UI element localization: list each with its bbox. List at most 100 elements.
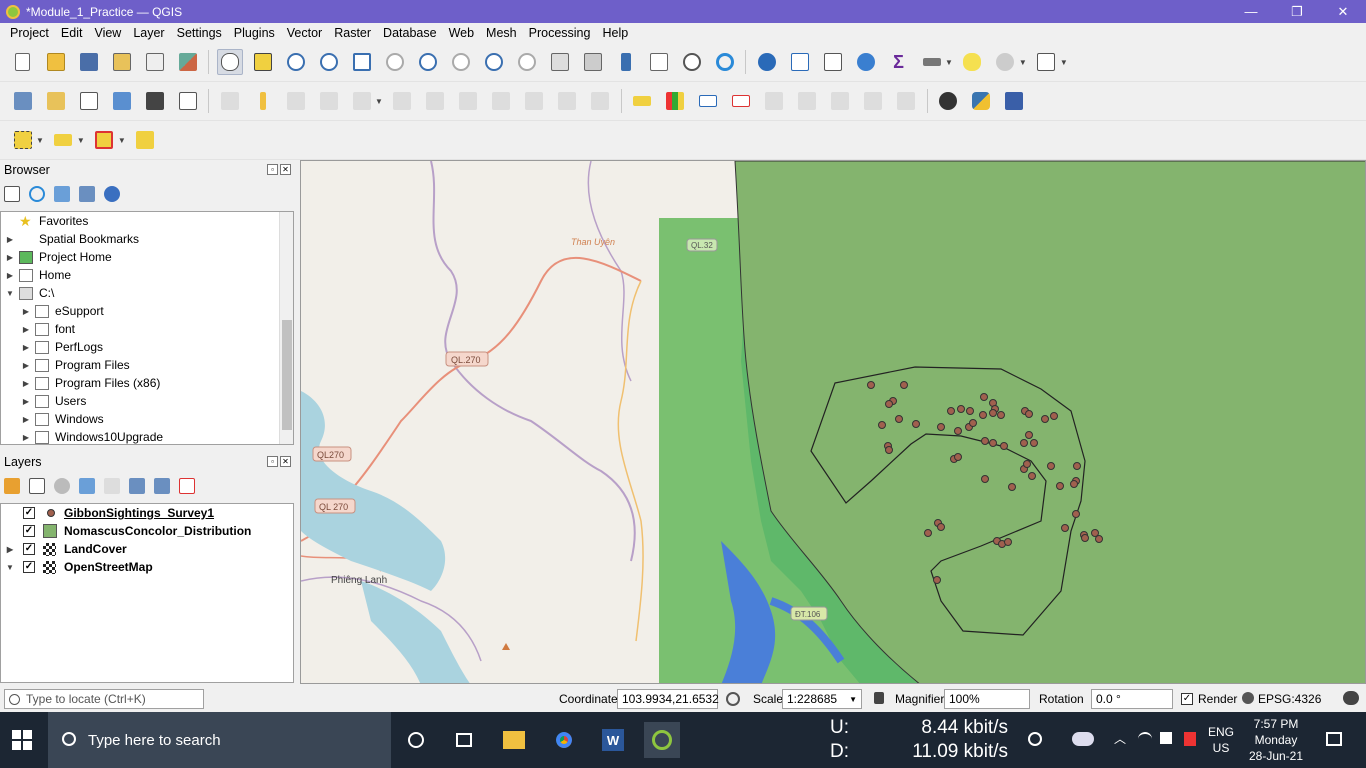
- new-shapefile-icon[interactable]: [76, 88, 102, 114]
- highlight-labels-icon[interactable]: [728, 88, 754, 114]
- copy-features-icon[interactable]: [488, 88, 514, 114]
- redo-icon[interactable]: [587, 88, 613, 114]
- toggle-editing-icon[interactable]: [250, 88, 276, 114]
- remove-layer-icon[interactable]: [179, 478, 195, 494]
- map-svg[interactable]: Than Uyên QL.32 QL.270 QL270 QL 270 Phiê…: [301, 161, 1366, 684]
- browser-scrollbar[interactable]: [279, 212, 293, 444]
- add-group-icon[interactable]: [29, 478, 45, 494]
- new-geopackage-icon[interactable]: [43, 88, 69, 114]
- manage-themes-icon[interactable]: [54, 478, 70, 494]
- layer-visibility-checkbox[interactable]: ✓: [23, 525, 35, 537]
- zoom-in-icon[interactable]: [283, 49, 309, 75]
- close-panel-button[interactable]: ✕: [280, 164, 291, 175]
- toggle-extents-icon[interactable]: [726, 692, 740, 706]
- pan-map-icon[interactable]: [216, 49, 243, 75]
- select-by-expression-icon[interactable]: [50, 127, 76, 153]
- collapse-all-icon[interactable]: [79, 186, 95, 202]
- browser-item-project-home[interactable]: ▶ Project Home: [5, 248, 112, 266]
- browser-item-c-drive[interactable]: ▼ C:\: [5, 284, 54, 302]
- current-edits-icon[interactable]: [217, 88, 243, 114]
- browser-item-spatial-bookmarks[interactable]: ▶ Spatial Bookmarks: [5, 230, 139, 248]
- zoom-next-icon[interactable]: [514, 49, 540, 75]
- coordinate-field[interactable]: 103.9934,21.6532: [617, 689, 719, 709]
- rotation-spinbox[interactable]: 0.0 °: [1091, 689, 1173, 709]
- map-canvas[interactable]: Than Uyên QL.32 QL.270 QL270 QL 270 Phiê…: [300, 160, 1366, 684]
- move-label-icon[interactable]: [761, 88, 787, 114]
- zoom-native-icon[interactable]: [448, 49, 474, 75]
- add-selected-icon[interactable]: [4, 186, 20, 202]
- refresh-browser-icon[interactable]: [29, 186, 45, 202]
- task-view-icon[interactable]: [446, 722, 482, 758]
- pan-to-selection-icon[interactable]: [250, 49, 276, 75]
- show-hide-labels-icon[interactable]: [794, 88, 820, 114]
- style-manager-icon[interactable]: [175, 49, 201, 75]
- delete-selected-icon[interactable]: [422, 88, 448, 114]
- zoom-selection-icon[interactable]: [382, 49, 408, 75]
- menu-help[interactable]: Help: [596, 26, 634, 40]
- language-indicator[interactable]: ENG US: [1204, 724, 1238, 756]
- cut-features-icon[interactable]: [455, 88, 481, 114]
- temporal-controller-icon[interactable]: [679, 49, 705, 75]
- menu-vector[interactable]: Vector: [281, 26, 328, 40]
- attribute-table-icon[interactable]: [787, 49, 813, 75]
- menu-plugins[interactable]: Plugins: [228, 26, 281, 40]
- new-bookmark-icon[interactable]: [613, 49, 639, 75]
- zoom-out-icon[interactable]: [316, 49, 342, 75]
- show-hidden-icons-chevron-icon[interactable]: ︿: [1114, 730, 1126, 747]
- save-as-icon[interactable]: [109, 49, 135, 75]
- browser-item-program-files[interactable]: ▶ Program Files: [21, 356, 130, 374]
- plugin-binoculars-icon[interactable]: [935, 88, 961, 114]
- actions-icon[interactable]: [992, 49, 1018, 75]
- rotate-label-icon[interactable]: [827, 88, 853, 114]
- menu-view[interactable]: View: [88, 26, 127, 40]
- open-project-icon[interactable]: [43, 49, 69, 75]
- pin-labels-icon[interactable]: [695, 88, 721, 114]
- collapse-all-icon[interactable]: [154, 478, 170, 494]
- menu-processing[interactable]: Processing: [523, 26, 597, 40]
- new-3d-map-icon[interactable]: [580, 49, 606, 75]
- identify-features-icon[interactable]: [754, 49, 780, 75]
- layer-item-gibbon-sightings[interactable]: ✓ GibbonSightings_Survey1: [5, 504, 214, 522]
- style-panel-icon[interactable]: [4, 478, 20, 494]
- system-clock[interactable]: 7:57 PM Monday 28-Jun-21: [1246, 716, 1306, 764]
- close-button[interactable]: ✕: [1320, 0, 1366, 23]
- print-layout-icon[interactable]: [142, 49, 168, 75]
- vertex-tool-icon[interactable]: [349, 88, 375, 114]
- enable-properties-icon[interactable]: [104, 186, 120, 202]
- layer-item-nomascus-distribution[interactable]: ✓ NomascusConcolor_Distribution: [5, 522, 251, 540]
- menu-mesh[interactable]: Mesh: [480, 26, 523, 40]
- weather-icon[interactable]: [1072, 732, 1094, 746]
- browser-item-perflogs[interactable]: ▶ PerfLogs: [21, 338, 103, 356]
- layer-item-openstreetmap[interactable]: ▼ ✓ OpenStreetMap: [5, 558, 153, 576]
- new-map-view-icon[interactable]: [547, 49, 573, 75]
- browser-item-font[interactable]: ▶ font: [21, 320, 75, 338]
- filter-expression-icon[interactable]: [104, 478, 120, 494]
- menu-project[interactable]: Project: [4, 26, 55, 40]
- browser-item-home[interactable]: ▶ Home: [5, 266, 71, 284]
- menu-layer[interactable]: Layer: [127, 26, 170, 40]
- new-spatialite-icon[interactable]: [109, 88, 135, 114]
- show-bookmarks-icon[interactable]: [646, 49, 672, 75]
- browser-item-favorites[interactable]: ★ Favorites: [5, 212, 88, 230]
- zoom-last-icon[interactable]: [481, 49, 507, 75]
- lock-scale-icon[interactable]: [874, 692, 884, 704]
- wifi-icon[interactable]: [1138, 732, 1152, 746]
- digitize-icon[interactable]: [316, 88, 342, 114]
- render-checkbox[interactable]: ✓: [1181, 693, 1193, 705]
- magnifier-spinbox[interactable]: 100%: [944, 689, 1030, 709]
- float-panel-button[interactable]: ▫: [267, 456, 278, 467]
- notification-badge-icon[interactable]: [1184, 732, 1196, 746]
- restore-button[interactable]: ❐: [1274, 0, 1320, 23]
- layer-visibility-checkbox[interactable]: ✓: [23, 561, 35, 573]
- taskbar-search-box[interactable]: Type here to search: [48, 712, 391, 768]
- menu-raster[interactable]: Raster: [328, 26, 377, 40]
- action-center-icon[interactable]: [1326, 732, 1342, 746]
- expand-all-icon[interactable]: [129, 478, 145, 494]
- locator-input[interactable]: Type to locate (Ctrl+K): [4, 689, 204, 709]
- refresh-icon[interactable]: [712, 49, 738, 75]
- processing-toolbox-icon[interactable]: [853, 49, 879, 75]
- new-temporary-layer-icon[interactable]: [175, 88, 201, 114]
- modify-attributes-icon[interactable]: [389, 88, 415, 114]
- layer-item-landcover[interactable]: ▶ ✓ LandCover: [5, 540, 127, 558]
- menu-web[interactable]: Web: [443, 26, 480, 40]
